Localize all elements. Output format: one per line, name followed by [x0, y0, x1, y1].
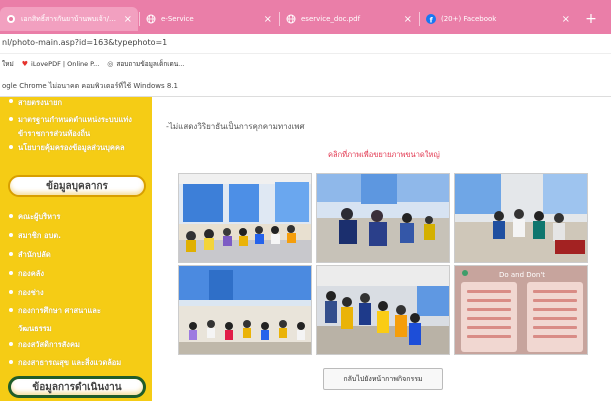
sidebar-link-position-standards[interactable]: มาตรฐานกำหนดตำแหน่งระบบแท่ง: [18, 114, 132, 126]
activity-note: -ไม่แสดงวิริยาธันเป็นการคุกคามทางเพศ: [166, 122, 305, 131]
close-icon[interactable]: ×: [404, 14, 412, 25]
site-icon: [6, 14, 16, 24]
bullet-icon: [9, 145, 13, 149]
sidebar-link-clerk-office[interactable]: สำนักปลัด: [18, 249, 51, 261]
section-banner-operations: ข้อมูลการดำเนินงาน: [8, 376, 146, 398]
bullet-icon: [9, 271, 13, 275]
bookmarks-bar: ใหม่ ♥ iLovePDF | Online P... ◎ สอบถามข้…: [0, 54, 611, 73]
sidebar-link-public-health[interactable]: กองสาธารณสุข และสิ่งแวดล้อม: [18, 357, 121, 369]
tab-title: e-Service: [161, 15, 194, 23]
tab-eservice-doc[interactable]: eservice_doc.pdf ×: [280, 7, 418, 31]
bullet-icon: [9, 308, 13, 312]
sidebar-link-education[interactable]: กองการศึกษา ศาสนาและ: [18, 305, 101, 317]
sidebar-link-privacy-policy[interactable]: นโยบายคุ้มครองข้อมูลส่วนบุคคล: [18, 142, 125, 154]
address-bar[interactable]: nl/photo-main.asp?id=163&typephoto=1: [0, 34, 611, 54]
tab-facebook[interactable]: f (20+) Facebook ×: [420, 7, 576, 31]
slide-caption: Do and Don't: [499, 271, 545, 279]
sidebar-link-mayor-line[interactable]: สายตรงนายก: [18, 97, 62, 109]
new-tab-button[interactable]: +: [580, 9, 602, 29]
browser-tab-strip: เอกสิทธิ์สารกันยาบ้านพบเจ้า/เพียงนา/คมฯ …: [0, 0, 611, 34]
sidebar: สายตรงนายก มาตรฐานกำหนดตำแหน่งระบบแท่ง ข…: [0, 97, 152, 401]
bookmark-label: iLovePDF | Online P...: [31, 59, 100, 68]
close-icon[interactable]: ×: [124, 14, 132, 25]
photo-meeting-room: [179, 174, 311, 262]
sidebar-link-finance[interactable]: กองคลัง: [18, 268, 44, 280]
facebook-icon: f: [426, 14, 436, 24]
sidebar-link-position-standards-cont[interactable]: ข้าราชการส่วนท้องถิ่น: [18, 128, 90, 140]
info-bar-text: ogle Chrome ไม่อนาคต คอมพิวเตอร์ที่ใช้ W…: [2, 82, 178, 90]
photo-women-seated: [317, 174, 449, 262]
globe-icon: [146, 14, 156, 24]
bullet-icon: [9, 99, 13, 103]
sidebar-link-social-welfare[interactable]: กองสวัสดิการสังคม: [18, 339, 80, 351]
bookmark-apps[interactable]: ใหม่: [2, 59, 14, 69]
sidebar-link-engineering[interactable]: กองช่าง: [18, 287, 44, 299]
bullet-icon: [9, 252, 13, 256]
tab-eservice[interactable]: e-Service ×: [140, 7, 278, 31]
tab-title: เอกสิทธิ์สารกันยาบ้านพบเจ้า/เพียงนา/คมฯ: [21, 14, 118, 23]
bullet-icon: [9, 360, 13, 364]
activity-photo[interactable]: [178, 265, 312, 355]
activity-photo[interactable]: [316, 265, 450, 355]
bullet-icon: [9, 214, 13, 218]
url-text: nl/photo-main.asp?id=163&typephoto=1: [2, 38, 168, 47]
bookmark-label: ใหม่: [2, 59, 14, 68]
activity-photo[interactable]: [178, 173, 312, 263]
ilovepdf-icon: ♥: [21, 59, 29, 68]
photo-men-seated: [455, 174, 587, 262]
section-banner-personnel: ข้อมูลบุคลากร: [8, 175, 146, 197]
globe-icon: ◎: [107, 59, 114, 68]
chrome-info-bar: ogle Chrome ไม่อนาคต คอมพิวเตอร์ที่ใช้ W…: [0, 73, 611, 97]
sidebar-link-education-cont[interactable]: วัฒนธรรม: [18, 323, 52, 335]
back-to-activities-button[interactable]: กลับไปยังหน้ากาพกิจกรรม: [323, 368, 443, 390]
photo-audience-rows: [179, 266, 311, 354]
activity-photo[interactable]: [454, 173, 588, 263]
globe-icon: [286, 14, 296, 24]
sidebar-link-members[interactable]: สมาชิก อบต.: [18, 230, 61, 242]
bullet-icon: [9, 290, 13, 294]
tab-title: (20+) Facebook: [441, 15, 497, 23]
close-icon[interactable]: ×: [562, 14, 570, 25]
activity-photo[interactable]: [316, 173, 450, 263]
sidebar-link-executives[interactable]: คณะผู้บริหาร: [18, 211, 60, 223]
activity-photo[interactable]: Do and Don't: [454, 265, 588, 355]
main-content: -ไม่แสดงวิริยาธันเป็นการคุกคามทางเพศ คลิ…: [152, 97, 611, 401]
bullet-icon: [9, 117, 13, 121]
tab-photo-page[interactable]: เอกสิทธิ์สารกันยาบ้านพบเจ้า/เพียงนา/คมฯ …: [0, 7, 138, 31]
bookmark-info[interactable]: ◎ สอบถามข้อมูลเด็กเดน...: [107, 59, 184, 69]
bookmark-ilovepdf[interactable]: ♥ iLovePDF | Online P...: [22, 60, 100, 68]
photo-group-standing: [317, 266, 449, 354]
enlarge-photo-link[interactable]: คลิกที่ภาพเพื่อขยายภาพขนาดใหญ่: [328, 149, 440, 161]
bullet-icon: [9, 233, 13, 237]
photo-do-and-dont-slide: Do and Don't: [455, 266, 587, 354]
close-icon[interactable]: ×: [264, 14, 272, 25]
tab-title: eservice_doc.pdf: [301, 15, 361, 23]
bullet-icon: [9, 342, 13, 346]
bookmark-label: สอบถามข้อมูลเด็กเดน...: [116, 59, 185, 68]
